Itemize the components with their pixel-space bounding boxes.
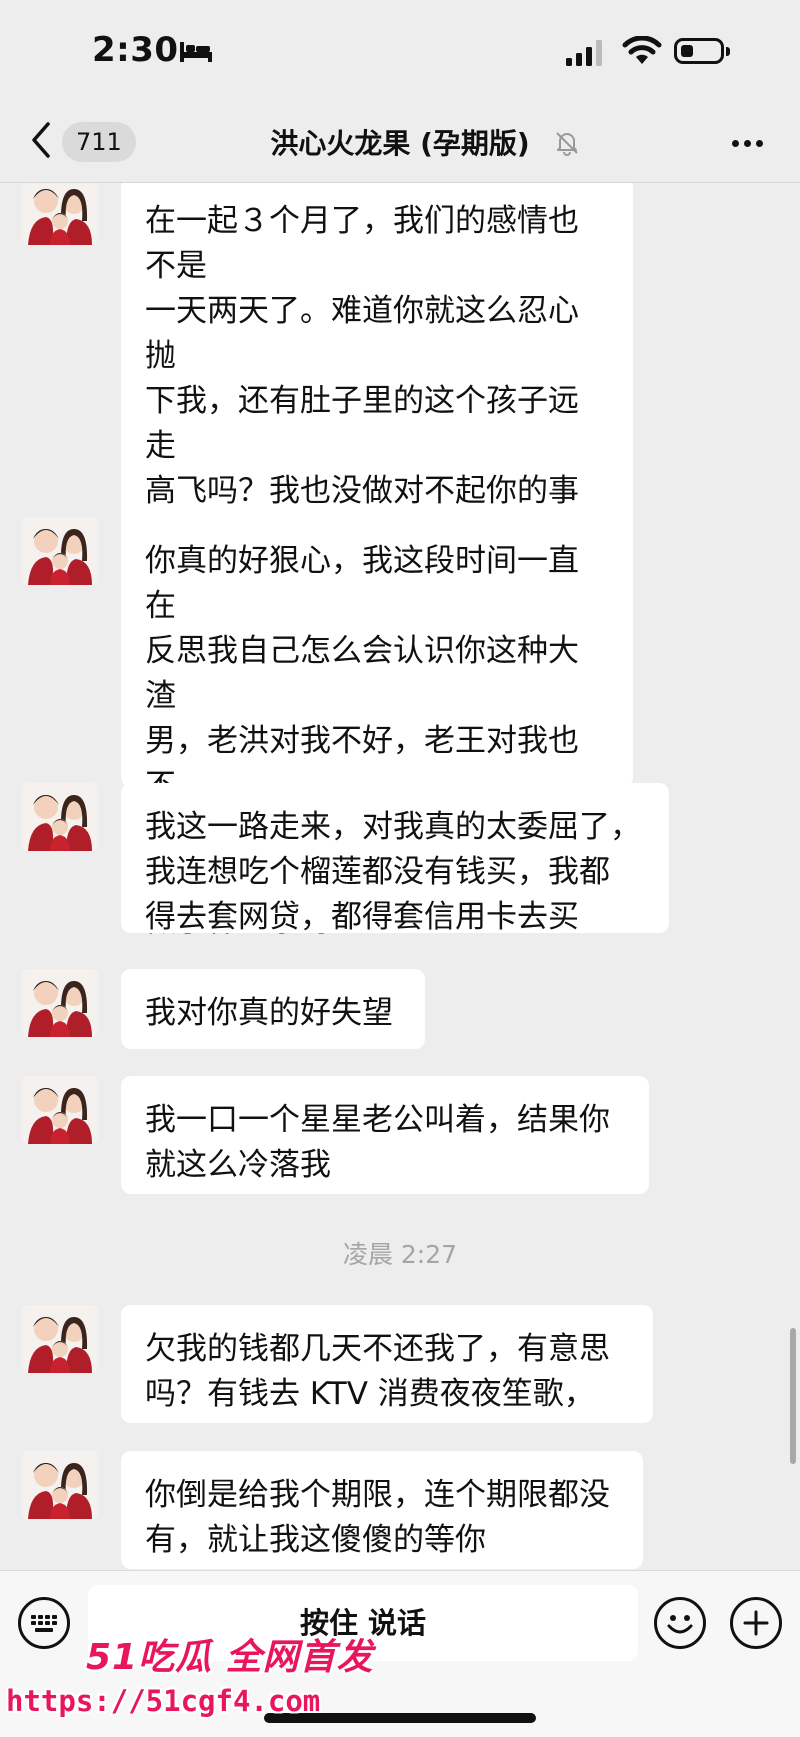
- cellular-signal-icon: [566, 40, 602, 66]
- watermark-brand: 51吃瓜 全网首发: [86, 1637, 374, 1678]
- message-bubble[interactable]: 我对你真的好失望: [121, 969, 425, 1049]
- avatar[interactable]: [22, 969, 98, 1037]
- avatar[interactable]: [22, 517, 98, 585]
- message-bubble[interactable]: 在一起３个月了，我们的感情也不是 一天两天了。难道你就这么忍心抛 下我，还有肚子…: [121, 183, 633, 779]
- keyboard-toggle-icon[interactable]: [18, 1597, 70, 1649]
- avatar[interactable]: [22, 783, 98, 851]
- avatar[interactable]: [22, 1305, 98, 1373]
- more-options-icon[interactable]: [728, 124, 768, 160]
- emoji-icon[interactable]: [654, 1597, 706, 1649]
- message-bubble[interactable]: 我这一路走来，对我真的太委屈了， 我连想吃个榴莲都没有钱买，我都 得去套网贷，都…: [121, 783, 669, 935]
- message-timestamp: 凌晨 2:27: [342, 1240, 458, 1269]
- message-bubble[interactable]: 你真的好狠心，我这段时间一直在 反思我自己怎么会认识你这种大渣 男，老洪对我不好…: [121, 517, 633, 939]
- avatar[interactable]: [22, 183, 98, 245]
- chat-header: 711 洪心火龙果 (孕期版): [0, 100, 800, 183]
- message-bubble[interactable]: 你倒是给我个期限，连个期限都没 有，就让我这傻傻的等你: [121, 1451, 643, 1569]
- wifi-icon: [622, 36, 662, 64]
- watermark-url: https://51cgf4.com: [6, 1684, 321, 1718]
- status-time: 2:30: [92, 30, 179, 70]
- scrollbar[interactable]: [790, 1328, 796, 1464]
- chat-message-list[interactable]: 在一起３个月了，我们的感情也不是 一天两天了。难道你就这么忍心抛 下我，还有肚子…: [0, 183, 800, 1570]
- plus-icon[interactable]: [730, 1597, 782, 1649]
- avatar[interactable]: [22, 1451, 98, 1519]
- battery-icon: [674, 38, 730, 64]
- mute-bell-icon: [556, 132, 578, 156]
- avatar[interactable]: [22, 1076, 98, 1144]
- message-bubble[interactable]: 我一口一个星星老公叫着，结果你 就这么冷落我: [121, 1076, 649, 1194]
- status-bar: 2:30: [0, 0, 800, 100]
- sleep-focus-icon: [180, 42, 212, 62]
- message-bubble[interactable]: 欠我的钱都几天不还我了，有意思 吗？有钱去 KTV 消费夜夜笙歌，: [121, 1305, 653, 1423]
- chat-title: 洪心火龙果 (孕期版): [270, 127, 530, 160]
